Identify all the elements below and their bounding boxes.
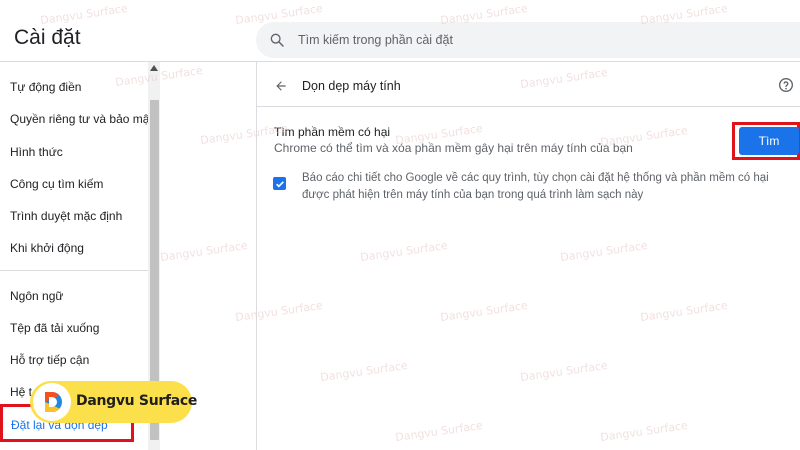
- page-heading: Cài đặt: [14, 26, 81, 49]
- sidebar-item-languages[interactable]: Ngôn ngữ: [10, 289, 63, 303]
- brand-badge-text: Dangvu Surface: [76, 393, 198, 409]
- sidebar-item-default-browser[interactable]: Trình duyệt mặc định: [10, 209, 122, 223]
- check-icon: [275, 180, 284, 188]
- section-divider: [257, 106, 800, 107]
- find-button[interactable]: Tìm: [739, 127, 799, 155]
- sidebar-item-system[interactable]: Hệ t: [10, 385, 32, 399]
- find-harmful-software-title: Tìm phần mềm có hại: [274, 125, 391, 139]
- report-checkbox[interactable]: [273, 177, 286, 190]
- brand-logo: [33, 383, 71, 421]
- sidebar-item-appearance[interactable]: Hình thức: [10, 145, 63, 159]
- sidebar-item-on-startup[interactable]: Khi khởi động: [10, 241, 84, 255]
- sidebar-item-search-engine[interactable]: Công cụ tìm kiếm: [10, 177, 103, 191]
- search-bar[interactable]: [256, 22, 800, 58]
- sidebar-divider: [0, 270, 148, 271]
- sidebar-item-privacy[interactable]: Quyền riêng tư và bảo mật: [10, 112, 153, 126]
- scroll-up-arrow-icon[interactable]: [150, 64, 158, 72]
- find-harmful-software-description: Chrome có thể tìm và xóa phần mềm gây hạ…: [274, 141, 633, 155]
- search-icon: [266, 29, 288, 51]
- help-icon[interactable]: [778, 77, 794, 93]
- back-arrow-icon[interactable]: [272, 77, 290, 95]
- subpage-title: Dọn dẹp máy tính: [302, 79, 401, 93]
- watermark-text: Dangvu Surface: [159, 238, 249, 265]
- sidebar-item-accessibility[interactable]: Hỗ trợ tiếp cận: [10, 353, 89, 367]
- sidebar-item-downloads[interactable]: Tệp đã tải xuống: [10, 321, 99, 335]
- sidebar-item-autofill[interactable]: Tự động điền: [10, 80, 81, 94]
- main-content: [257, 62, 800, 450]
- report-description: Báo cáo chi tiết cho Google về các quy t…: [302, 172, 769, 201]
- search-input[interactable]: [296, 32, 780, 48]
